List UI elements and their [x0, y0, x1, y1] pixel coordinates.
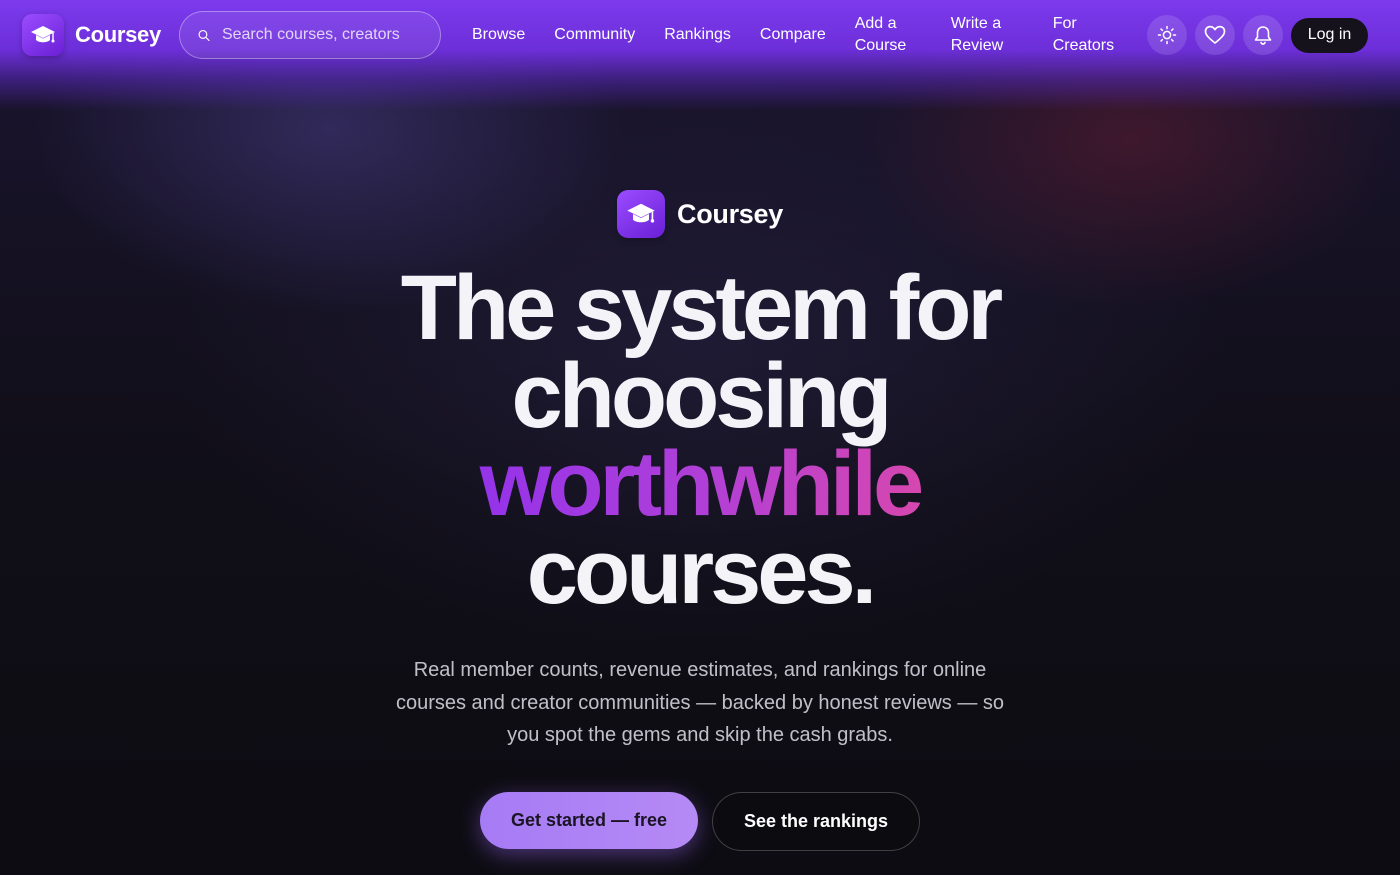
nav-add-course[interactable]: Add a Course	[855, 13, 913, 57]
graduation-cap-icon	[22, 14, 64, 56]
search-input[interactable]	[221, 26, 422, 44]
get-started-button[interactable]: Get started — free	[479, 791, 698, 849]
headline-line-4: courses.	[526, 521, 877, 623]
headline-line-1: The system for	[400, 257, 1003, 359]
graduation-cap-icon	[617, 190, 666, 238]
nav-browse[interactable]: Browse	[472, 24, 525, 46]
headline-line-2: choosing	[511, 345, 893, 447]
hero-headline: The system for choosing worthwhile cours…	[400, 257, 1003, 623]
see-rankings-button[interactable]: See the rankings	[712, 791, 921, 851]
nav-for-creators[interactable]: For Creators	[1053, 13, 1123, 57]
hero-cta-group: Get started — free See the rankings	[479, 791, 921, 851]
notifications-button[interactable]	[1242, 15, 1283, 55]
heart-icon	[1204, 25, 1226, 44]
hero-subtitle: Real member counts, revenue estimates, a…	[395, 659, 1005, 746]
nav-rankings[interactable]: Rankings	[664, 24, 731, 46]
headline-accent: worthwhile	[401, 438, 999, 530]
search-bar[interactable]	[178, 11, 441, 59]
nav-community[interactable]: Community	[554, 24, 635, 46]
brand-logo-link[interactable]: Coursey	[22, 14, 161, 56]
sun-icon	[1157, 25, 1176, 45]
hero-brand: Coursey	[617, 190, 783, 238]
main-nav-links: Browse Community Rankings Compare Add a …	[472, 13, 1147, 57]
nav-compare[interactable]: Compare	[760, 24, 826, 46]
search-icon	[198, 29, 210, 41]
theme-toggle-button[interactable]	[1146, 15, 1187, 55]
favorites-button[interactable]	[1194, 15, 1235, 55]
bell-icon	[1254, 25, 1272, 45]
brand-name: Coursey	[75, 22, 161, 47]
hero-brand-name: Coursey	[677, 198, 783, 229]
hero-section: Coursey The system for choosing worthwhi…	[0, 190, 1400, 851]
login-button[interactable]: Log in	[1290, 17, 1369, 53]
top-navigation: Coursey Browse Community Rankings Compar…	[0, 0, 1400, 70]
nav-write-review[interactable]: Write a Review	[951, 13, 1019, 57]
